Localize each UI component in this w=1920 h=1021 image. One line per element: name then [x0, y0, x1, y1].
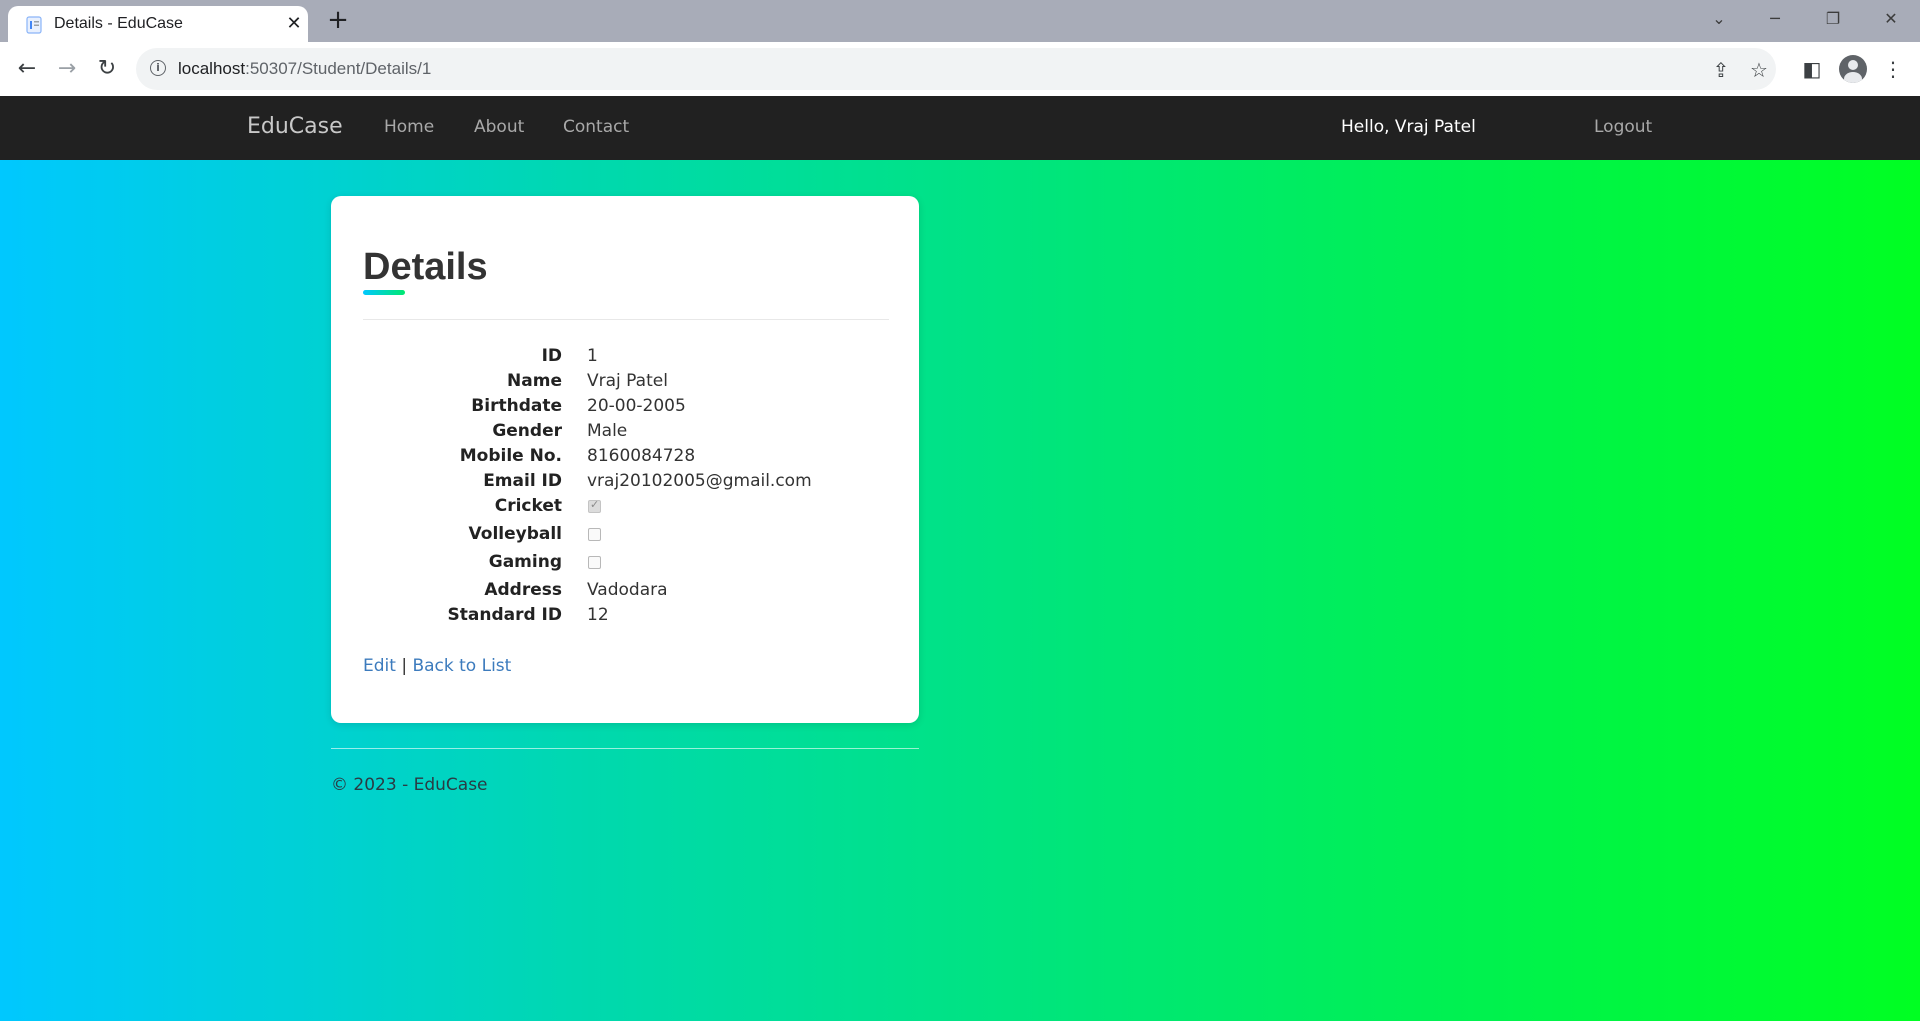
field-label: Standard ID [447, 605, 563, 625]
field-row-gender: Gender Male [331, 421, 919, 445]
field-row-name: Name Vraj Patel [331, 371, 919, 395]
gaming-checkbox [588, 556, 601, 569]
field-label: Gaming [488, 552, 562, 572]
restore-icon[interactable]: ❐ [1818, 6, 1848, 32]
nav-contact[interactable]: Contact [563, 117, 629, 137]
edit-link[interactable]: Edit [363, 656, 396, 676]
field-row-id: ID 1 [331, 346, 919, 370]
field-row-address: Address Vadodara [331, 580, 919, 604]
field-value: 20-00-2005 [587, 396, 686, 416]
back-to-list-link[interactable]: Back to List [412, 656, 511, 676]
back-icon[interactable]: ← [12, 54, 42, 84]
field-value: Vraj Patel [587, 371, 668, 391]
field-row-volleyball: Volleyball [331, 524, 919, 548]
field-value: 1 [587, 346, 598, 366]
forward-icon[interactable]: → [52, 54, 82, 84]
footer-divider [331, 748, 919, 749]
page-icon [26, 16, 42, 34]
menu-kebab-icon[interactable]: ⋮ [1878, 54, 1908, 84]
share-icon[interactable]: ⇪ [1708, 57, 1734, 83]
close-tab-icon[interactable]: ✕ [284, 14, 304, 34]
cricket-checkbox [588, 498, 601, 513]
field-label: Address [484, 580, 562, 600]
tab-title: Details - EduCase [54, 15, 183, 32]
logout-link[interactable]: Logout [1594, 117, 1652, 137]
field-label: Gender [492, 421, 562, 441]
title-underline [363, 290, 405, 295]
field-row-email: Email ID vraj20102005@gmail.com [331, 471, 919, 495]
field-label: ID [541, 346, 562, 366]
field-label: Mobile No. [459, 446, 562, 466]
browser-tab[interactable]: Details - EduCase ✕ [8, 6, 308, 42]
field-label: Email ID [483, 471, 562, 491]
field-label: Cricket [494, 496, 562, 516]
field-row-mobile: Mobile No. 8160084728 [331, 446, 919, 470]
brand-link[interactable]: EduCase [247, 114, 343, 139]
profile-avatar-icon[interactable] [1839, 55, 1867, 83]
browser-tabstrip: Details - EduCase ✕ + ⌄ ─ ❐ ✕ [0, 0, 1920, 42]
tab-search-icon[interactable]: ⌄ [1704, 6, 1734, 32]
address-bar[interactable]: i localhost:50307/Student/Details/1 ⇪ ☆ [136, 48, 1776, 90]
close-window-icon[interactable]: ✕ [1876, 6, 1906, 32]
browser-toolbar: ← → ↻ i localhost:50307/Student/Details/… [0, 42, 1920, 97]
details-card: Details ID 1 Name Vraj Patel Birthdate 2… [331, 196, 919, 723]
bookmark-star-icon[interactable]: ☆ [1746, 57, 1772, 83]
url-text[interactable]: localhost:50307/Student/Details/1 [178, 59, 431, 79]
field-row-cricket: Cricket [331, 496, 919, 520]
field-value: Vadodara [587, 580, 668, 600]
field-value: 8160084728 [587, 446, 696, 466]
field-value: vraj20102005@gmail.com [587, 471, 812, 491]
page-title: Details [363, 246, 488, 288]
volleyball-checkbox [588, 528, 601, 541]
field-row-birthdate: Birthdate 20-00-2005 [331, 396, 919, 420]
footer-copyright: © 2023 - EduCase [331, 775, 488, 795]
field-value: 12 [587, 605, 609, 625]
user-greeting[interactable]: Hello, Vraj Patel [1341, 117, 1476, 137]
page-background: EduCase Home About Contact Hello, Vraj P… [0, 96, 1920, 1021]
action-links: Edit | Back to List [363, 656, 511, 676]
field-label: Name [507, 371, 562, 391]
field-row-standard: Standard ID 12 [331, 605, 919, 629]
site-navbar: EduCase Home About Contact Hello, Vraj P… [0, 96, 1920, 160]
field-value: Male [587, 421, 628, 441]
side-panel-icon[interactable]: ◧ [1797, 54, 1827, 84]
title-divider [363, 319, 889, 320]
field-label: Volleyball [468, 524, 562, 544]
field-label: Birthdate [471, 396, 562, 416]
link-separator: | [401, 656, 408, 676]
nav-about[interactable]: About [474, 117, 524, 137]
site-info-icon[interactable]: i [150, 60, 166, 76]
reload-icon[interactable]: ↻ [92, 54, 122, 84]
new-tab-icon[interactable]: + [324, 6, 352, 34]
field-row-gaming: Gaming [331, 552, 919, 576]
minimize-icon[interactable]: ─ [1760, 6, 1790, 32]
nav-home[interactable]: Home [384, 117, 434, 137]
